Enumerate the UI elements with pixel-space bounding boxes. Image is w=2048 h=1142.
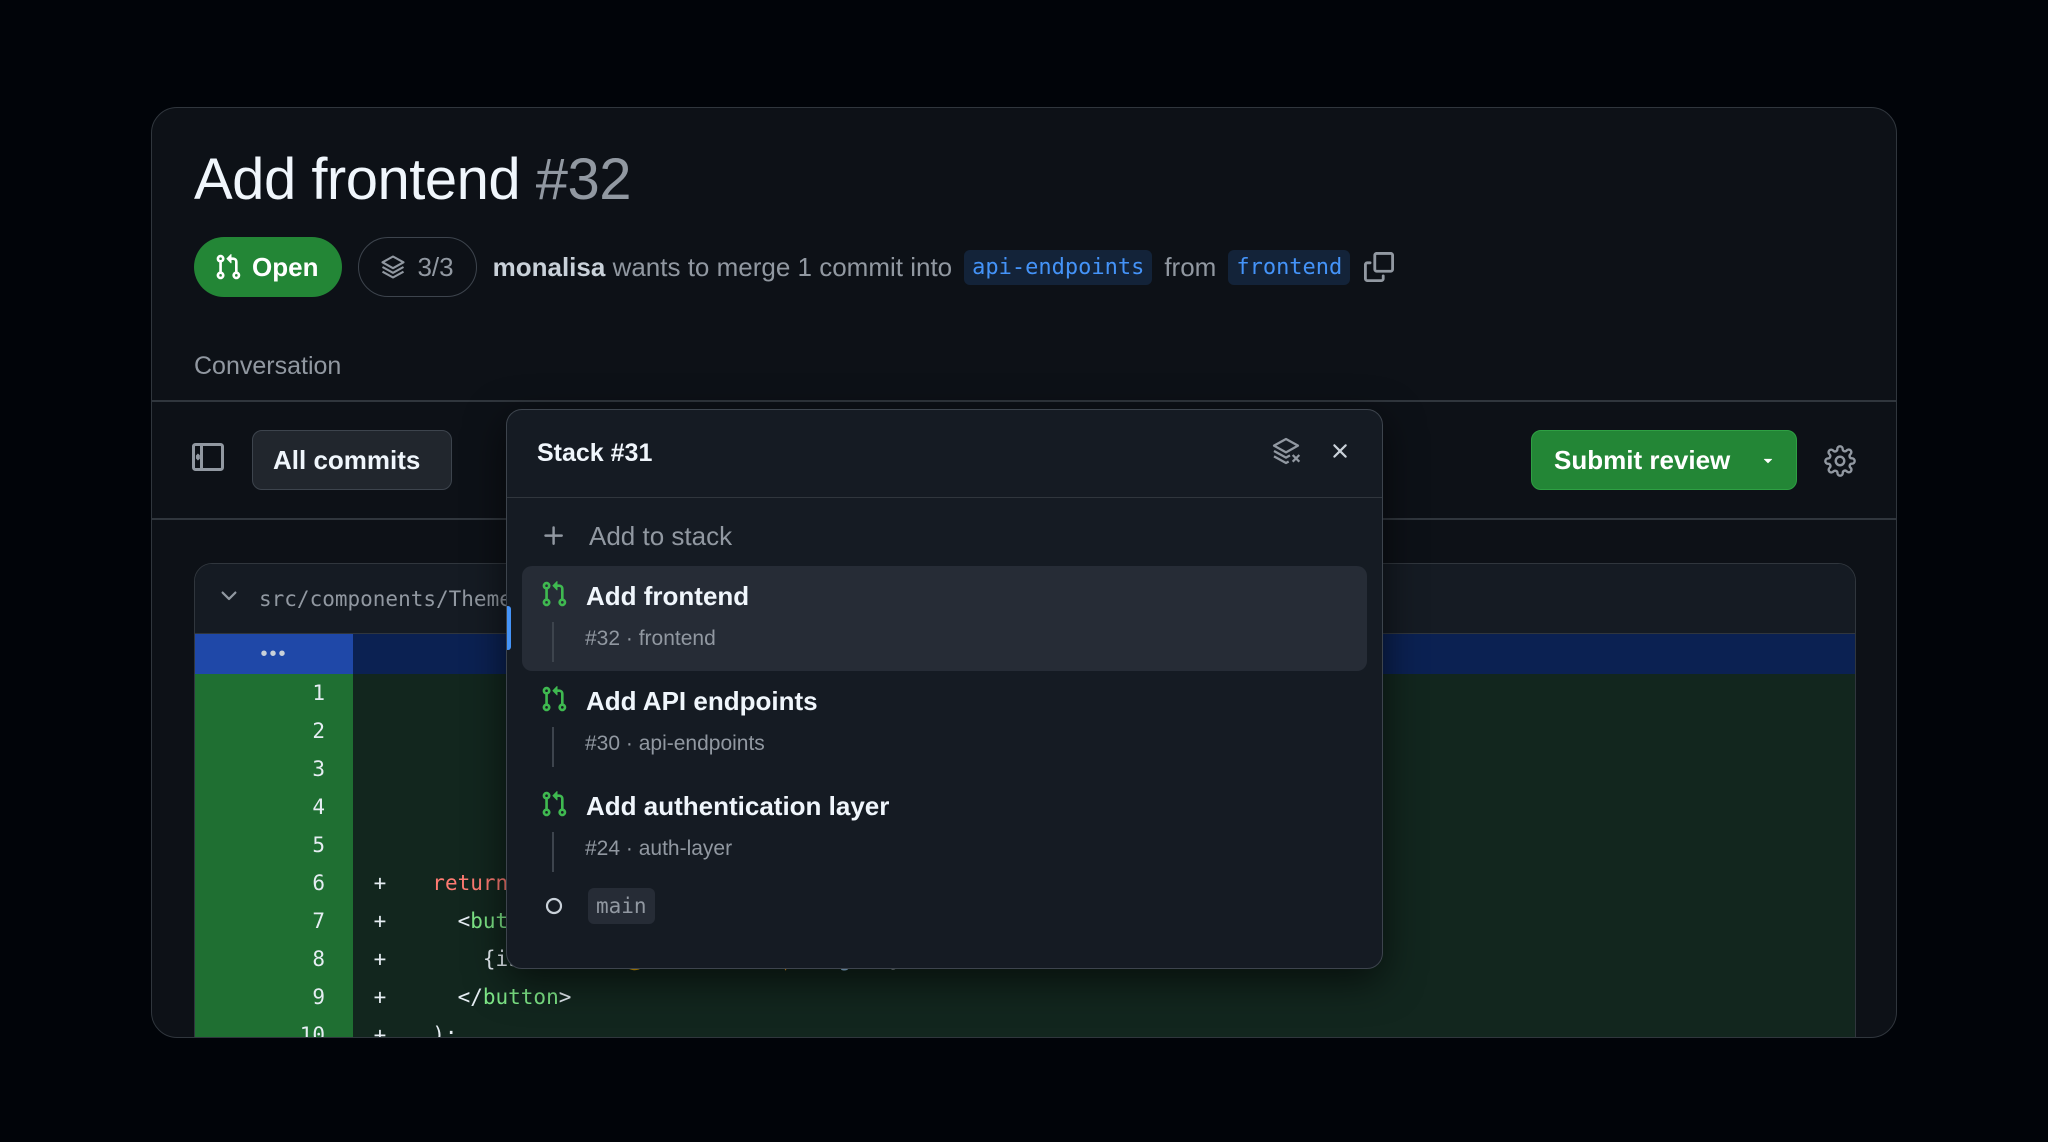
status-label: Open xyxy=(252,251,319,282)
line-number[interactable]: 1 xyxy=(195,674,353,712)
git-pull-request-icon xyxy=(540,685,568,718)
stack-item-number: #32 xyxy=(585,627,621,650)
line-code: + ); xyxy=(353,1016,1855,1038)
add-to-stack-button[interactable]: Add to stack xyxy=(507,506,1382,566)
stack-item-number: #30 xyxy=(585,732,621,755)
stack-list: Add frontend #32 · frontend Add API endpoi… xyxy=(507,566,1382,881)
line-number[interactable]: 10 xyxy=(195,1016,353,1037)
chevron-down-icon[interactable] xyxy=(1740,431,1796,489)
author-link[interactable]: monalisa xyxy=(493,252,606,283)
line-number[interactable]: 5 xyxy=(195,826,353,864)
git-pull-request-icon xyxy=(540,790,568,823)
circle-icon xyxy=(545,897,563,915)
diff-sign: + xyxy=(373,1023,387,1038)
gear-icon[interactable] xyxy=(1824,445,1856,482)
pr-number: #32 xyxy=(535,147,632,212)
code-text: ); xyxy=(407,1023,458,1038)
submit-review-label: Submit review xyxy=(1554,444,1731,475)
line-number[interactable]: 2 xyxy=(195,712,353,750)
line-number[interactable]: 4 xyxy=(195,788,353,826)
status-badge: Open xyxy=(194,237,343,297)
tabs-divider xyxy=(152,400,1896,402)
stack-toggle-button[interactable]: 3/3 xyxy=(358,237,477,297)
stack-item-branch: api-endpoints xyxy=(638,732,765,755)
stack-item[interactable]: Add frontend #32 · frontend xyxy=(522,566,1367,671)
merge-description: monalisa wants to merge 1 commit into ap… xyxy=(493,249,1395,285)
stack-item-title: Add frontend xyxy=(586,581,750,611)
stack-item-title: Add authentication layer xyxy=(586,791,890,821)
head-branch-label[interactable]: frontend xyxy=(1228,249,1351,285)
stack-item[interactable]: Add API endpoints #30 · api-endpoints xyxy=(522,671,1367,776)
stack-connector xyxy=(552,727,554,767)
plus-icon xyxy=(544,526,563,545)
pr-title: Add frontend xyxy=(194,147,521,212)
stack-item-branch: auth-layer xyxy=(638,837,733,860)
git-pull-request-icon xyxy=(216,254,241,280)
expand-icon[interactable]: ••• xyxy=(195,634,353,674)
diff-sign: + xyxy=(373,947,387,971)
active-indicator xyxy=(507,606,511,650)
submit-review-button[interactable]: Submit review xyxy=(1531,430,1797,490)
stack-connector xyxy=(552,622,554,662)
line-number[interactable]: 9 xyxy=(195,978,353,1016)
page-title: Add frontend #32 xyxy=(194,146,632,213)
stack-item-meta: #30 · api-endpoints xyxy=(585,732,765,755)
stack-connector xyxy=(552,832,554,872)
pr-window: Add frontend #32 Open 3/3 monalisa wants… xyxy=(151,107,1897,1038)
stack-item-meta: #24 · auth-layer xyxy=(585,837,733,860)
popover-header: Stack #31 xyxy=(507,410,1382,498)
sidebar-toggle-icon[interactable] xyxy=(192,441,224,478)
tab-conversation[interactable]: Conversation xyxy=(194,352,341,381)
commits-filter-dropdown[interactable]: All commits xyxy=(252,430,452,490)
stack-item-title: Add API endpoints xyxy=(586,686,818,716)
stack-item-meta: #32 · frontend xyxy=(585,627,716,650)
code-text: </button> xyxy=(407,985,572,1009)
diff-sign: + xyxy=(373,871,387,895)
chevron-down-icon[interactable] xyxy=(217,584,241,613)
stack-popover: Stack #31 Add to stack Add frontend #32 ·… xyxy=(506,409,1383,969)
git-pull-request-icon xyxy=(540,580,568,613)
stack-item[interactable]: Add authentication layer #24 · auth-layer xyxy=(522,776,1367,881)
diff-sign: + xyxy=(373,985,387,1009)
line-code: + </button> xyxy=(353,978,1855,1016)
stack-item-branch: frontend xyxy=(638,627,716,650)
stack-position: 3/3 xyxy=(417,251,454,282)
from-text: from xyxy=(1164,251,1217,282)
stack-item-number: #24 xyxy=(585,837,621,860)
popover-title: Stack #31 xyxy=(537,439,653,467)
diff-line[interactable]: 9 + </button> xyxy=(195,978,1855,1016)
close-icon[interactable] xyxy=(1328,439,1352,468)
line-number[interactable]: 6 xyxy=(195,864,353,902)
base-branch-label[interactable]: api-endpoints xyxy=(964,249,1153,285)
pr-meta-row: Open 3/3 monalisa wants to merge 1 commi… xyxy=(194,237,1395,297)
stack-icon xyxy=(381,255,406,279)
line-number[interactable]: 3 xyxy=(195,750,353,788)
diff-line[interactable]: 10 + ); xyxy=(195,1016,1855,1038)
add-to-stack-label: Add to stack xyxy=(589,520,733,551)
line-number[interactable]: 8 xyxy=(195,940,353,978)
line-number[interactable]: 7 xyxy=(195,902,353,940)
merge-text: wants to merge 1 commit into xyxy=(612,251,953,282)
stack-base: main xyxy=(507,883,1382,929)
diff-sign: + xyxy=(373,909,387,933)
unstack-icon[interactable] xyxy=(1270,435,1302,472)
copy-icon[interactable] xyxy=(1364,252,1395,282)
base-branch[interactable]: main xyxy=(588,888,655,924)
